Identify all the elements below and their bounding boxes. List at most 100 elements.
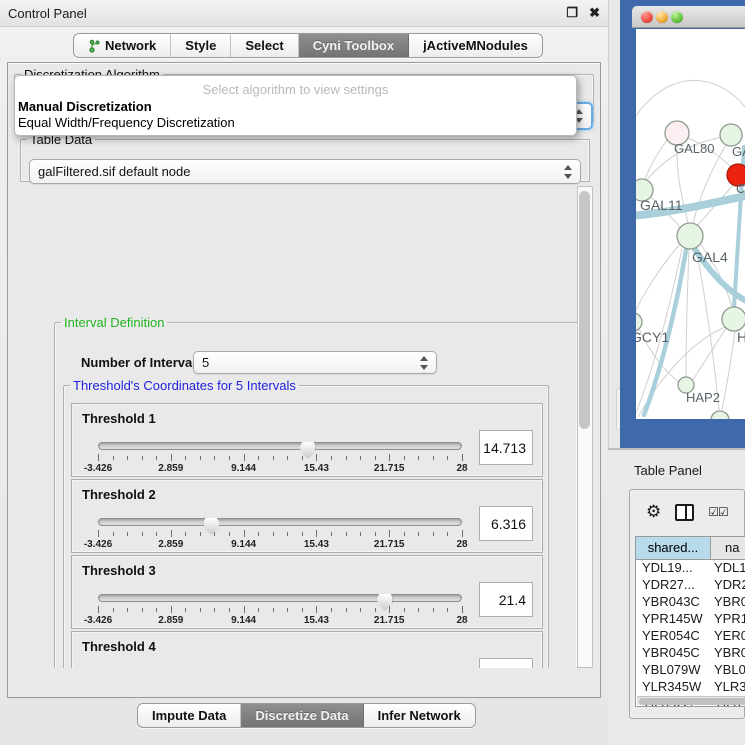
threshold-3-slider[interactable]: -3.4262.8599.14415.4321.71528 xyxy=(98,590,462,626)
slider-tick xyxy=(389,606,390,613)
cell-shared-name[interactable]: YBR045C xyxy=(636,645,711,662)
table-row[interactable]: YER054CYER0 xyxy=(636,628,745,645)
tab-jactivemnodules[interactable]: jActiveMNodules xyxy=(409,34,542,57)
tab-cyni-toolbox[interactable]: Cyni Toolbox xyxy=(299,34,409,57)
cell-shared-name[interactable]: YDL19... xyxy=(636,560,711,577)
main-scrollbar[interactable] xyxy=(577,186,593,668)
gear-icon[interactable]: ⚙ xyxy=(646,504,661,521)
tab-impute-data[interactable]: Impute Data xyxy=(138,704,241,727)
table-hscrollbar[interactable] xyxy=(637,696,745,705)
number-of-intervals-label: Number of Intervals xyxy=(81,355,203,370)
tab-style[interactable]: Style xyxy=(171,34,231,57)
cell-name[interactable]: YBR0 xyxy=(711,645,745,662)
slider-tick xyxy=(185,456,186,460)
slider-tick xyxy=(113,532,114,536)
number-of-intervals-combobox[interactable]: 5 xyxy=(193,351,437,374)
table-data-combobox[interactable]: galFiltered.sif default node xyxy=(29,159,581,184)
threshold-3-panel: Threshold 3 -3.4262.8599.14415.4321.7152… xyxy=(71,555,543,629)
interval-definition-group: Interval Definition Number of Intervals … xyxy=(54,315,578,668)
tab-network[interactable]: Network xyxy=(74,34,171,57)
close-icon[interactable]: ✖ xyxy=(589,5,600,21)
table-row[interactable]: YPR145WYPR1 xyxy=(636,611,745,628)
cell-name[interactable]: YBR0 xyxy=(711,594,745,611)
float-window-icon[interactable]: ❐ xyxy=(566,5,578,21)
cell-shared-name[interactable]: YBR043C xyxy=(636,594,711,611)
slider-tick xyxy=(331,532,332,536)
table-row[interactable]: YBL079WYBL0 xyxy=(636,662,745,679)
algorithm-option-equal-width[interactable]: Equal Width/Frequency Discretization xyxy=(15,115,576,131)
slider-track[interactable] xyxy=(98,518,462,526)
network-canvas[interactable]: GAL80 GA C GAL11 GAL4 GCY1 H HAP2 xyxy=(636,29,745,419)
threshold-2-value-field[interactable]: 6.316 xyxy=(479,506,533,541)
slider-tick-label: -3.426 xyxy=(84,615,112,626)
cell-name[interactable]: YDL1 xyxy=(711,560,745,577)
table-row[interactable]: YBR045CYBR0 xyxy=(636,645,745,662)
cell-shared-name[interactable]: YBL079W xyxy=(636,662,711,679)
slider-tick xyxy=(156,456,157,460)
close-traffic-icon[interactable] xyxy=(641,11,653,23)
zoom-traffic-icon[interactable] xyxy=(671,11,683,23)
slider-tick xyxy=(229,608,230,612)
tab-infer-network[interactable]: Infer Network xyxy=(364,704,475,727)
slider-tick-label: 2.859 xyxy=(158,615,183,626)
threshold-1-slider[interactable]: -3.4262.8599.14415.4321.71528 xyxy=(98,438,462,474)
slider-tick xyxy=(171,606,172,613)
threshold-3-value-field[interactable]: 21.4 xyxy=(479,582,533,617)
slider-tick xyxy=(302,608,303,612)
slider-track[interactable] xyxy=(98,442,462,450)
slider-tick xyxy=(287,532,288,536)
threshold-2-panel: Threshold 2 -3.4262.8599.14415.4321.7152… xyxy=(71,479,543,553)
slider-tick xyxy=(156,608,157,612)
main-scrollbar-thumb[interactable] xyxy=(579,191,590,429)
minimize-traffic-icon[interactable] xyxy=(656,11,668,23)
tab-discretize-data[interactable]: Discretize Data xyxy=(241,704,363,727)
cell-shared-name[interactable]: YDR27... xyxy=(636,577,711,594)
cell-name[interactable]: YPR1 xyxy=(711,611,745,628)
column-header-shared-name[interactable]: shared... xyxy=(636,537,711,559)
column-checkboxes-icon[interactable]: ☑☑ xyxy=(708,505,728,519)
table-data-group: Table Data galFiltered.sif default node xyxy=(20,132,590,182)
split-view-icon[interactable] xyxy=(675,504,694,521)
node-label-gcy1: GCY1 xyxy=(636,329,669,345)
slider-tick xyxy=(462,530,463,537)
slider-tick xyxy=(98,530,99,537)
slider-tick xyxy=(418,456,419,460)
slider-tick xyxy=(171,530,172,537)
node-label-clipped-c: C xyxy=(736,181,745,196)
slider-tick xyxy=(418,532,419,536)
slider-tick xyxy=(302,456,303,460)
network-window-titlebar[interactable] xyxy=(632,6,745,28)
slider-tick xyxy=(360,532,361,536)
table-row[interactable]: YLR345WYLR3 xyxy=(636,679,745,696)
tab-select[interactable]: Select xyxy=(231,34,298,57)
slider-tick xyxy=(258,532,259,536)
table-row[interactable]: YDL19...YDL1 xyxy=(636,560,745,577)
cell-shared-name[interactable]: YPR145W xyxy=(636,611,711,628)
cell-shared-name[interactable]: YER054C xyxy=(636,628,711,645)
slider-tick xyxy=(244,454,245,461)
cell-name[interactable]: YBL0 xyxy=(711,662,745,679)
table-hscrollbar-thumb[interactable] xyxy=(639,698,745,705)
slider-tick xyxy=(462,606,463,613)
threshold-3-label: Threshold 3 xyxy=(82,563,156,578)
slider-track[interactable] xyxy=(98,594,462,602)
cell-name[interactable]: YLR3 xyxy=(711,679,745,696)
table-row[interactable]: YBR043CYBR0 xyxy=(636,594,745,611)
number-of-intervals-value: 5 xyxy=(202,355,209,370)
bottom-tab-bar: Impute Data Discretize Data Infer Networ… xyxy=(137,703,476,728)
threshold-2-slider[interactable]: -3.4262.8599.14415.4321.71528 xyxy=(98,514,462,550)
threshold-4-slider[interactable]: -3.4262.8599.14415.4321.71528 xyxy=(98,666,462,668)
cell-shared-name[interactable]: YLR345W xyxy=(636,679,711,696)
threshold-4-value-field[interactable]: 11.344 xyxy=(479,658,533,668)
slider-tick xyxy=(229,456,230,460)
algorithm-option-manual[interactable]: Manual Discretization xyxy=(15,99,576,115)
threshold-2-label: Threshold 2 xyxy=(82,487,156,502)
column-header-name[interactable]: na xyxy=(711,537,745,559)
table-row[interactable]: YDR27...YDR2 xyxy=(636,577,745,594)
slider-tick xyxy=(433,532,434,536)
table-panel-box: ⚙ ☑☑ shared... na YDL19...YDL1YDR27...YD… xyxy=(629,489,745,719)
cell-name[interactable]: YER0 xyxy=(711,628,745,645)
cell-name[interactable]: YDR2 xyxy=(711,577,745,594)
combo-stepper-icon xyxy=(420,356,429,370)
threshold-1-value-field[interactable]: 14.713 xyxy=(479,430,533,465)
